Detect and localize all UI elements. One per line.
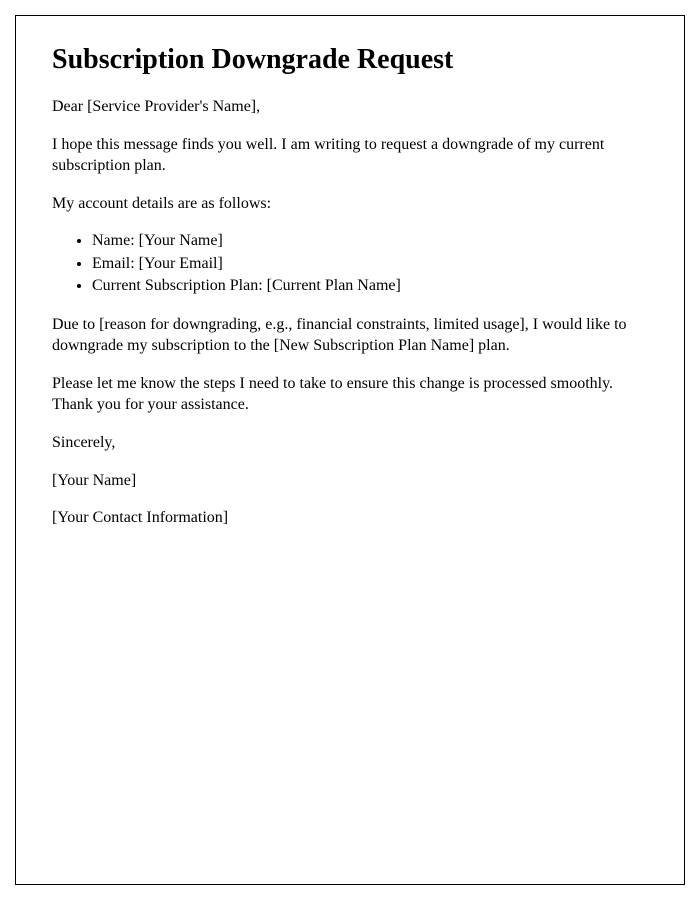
detail-email: Email: [Your Email]	[92, 253, 648, 275]
greeting-line: Dear [Service Provider's Name],	[52, 96, 648, 118]
account-details-list: Name: [Your Name] Email: [Your Email] Cu…	[92, 230, 648, 297]
signoff: Sincerely,	[52, 432, 648, 454]
document-page: Subscription Downgrade Request Dear [Ser…	[15, 15, 685, 885]
reason-paragraph: Due to [reason for downgrading, e.g., fi…	[52, 314, 648, 357]
signature-name: [Your Name]	[52, 470, 648, 492]
details-intro: My account details are as follows:	[52, 193, 648, 215]
document-title: Subscription Downgrade Request	[52, 44, 648, 76]
detail-name: Name: [Your Name]	[92, 230, 648, 252]
detail-plan: Current Subscription Plan: [Current Plan…	[92, 275, 648, 297]
signature-contact: [Your Contact Information]	[52, 507, 648, 529]
intro-paragraph: I hope this message finds you well. I am…	[52, 134, 648, 177]
closing-request: Please let me know the steps I need to t…	[52, 373, 648, 416]
